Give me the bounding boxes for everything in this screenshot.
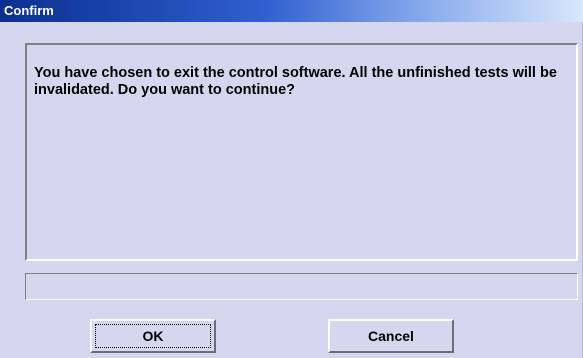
cancel-button[interactable]: Cancel	[328, 319, 454, 353]
status-field	[25, 273, 578, 300]
cancel-button-label: Cancel	[368, 328, 414, 344]
title-bar[interactable]: Confirm	[0, 0, 583, 22]
ok-button-label: OK	[142, 328, 164, 344]
ok-button[interactable]: OK	[90, 319, 216, 353]
confirm-message: You have chosen to exit the control soft…	[34, 65, 557, 98]
confirm-dialog: Confirm You have chosen to exit the cont…	[0, 0, 583, 358]
message-panel: You have chosen to exit the control soft…	[25, 43, 578, 261]
window-title: Confirm	[4, 3, 54, 18]
